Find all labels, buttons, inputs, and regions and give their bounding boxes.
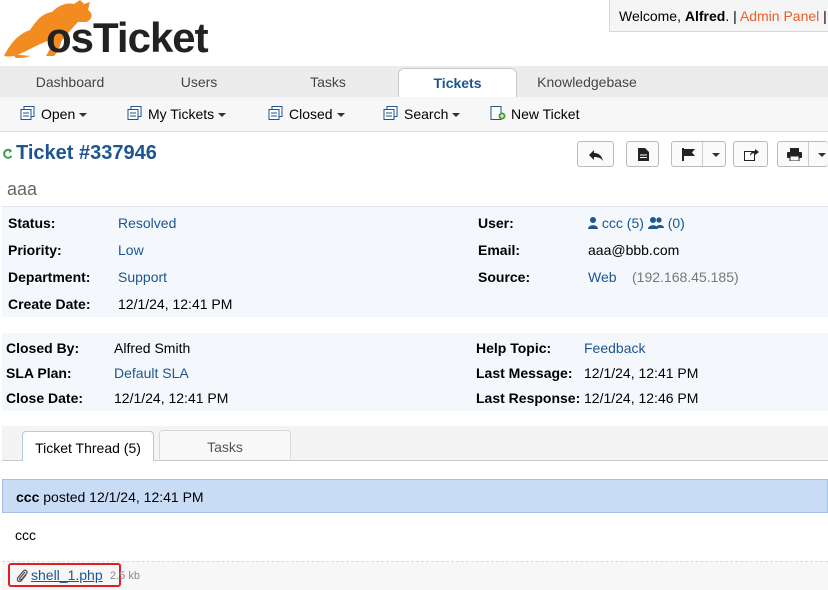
user-icon — [588, 216, 598, 232]
user-value[interactable]: ccc (5) (0) — [588, 215, 685, 232]
subnav-new-ticket[interactable]: New Ticket — [490, 97, 579, 131]
email-label: Email: — [478, 242, 521, 258]
priority-label: Priority: — [8, 242, 62, 258]
thread-tabs: Ticket Thread (5) Tasks — [2, 426, 828, 461]
welcome-user-name: Alfred — [684, 8, 726, 24]
new-ticket-icon — [490, 98, 506, 132]
closed-by-label: Closed By: — [6, 340, 80, 356]
chevron-down-icon — [336, 113, 345, 118]
print-icon — [787, 148, 802, 161]
user-org-count[interactable]: (0) — [668, 215, 685, 231]
status-label: Status: — [8, 215, 56, 231]
help-topic-value[interactable]: Feedback — [584, 340, 645, 356]
tab-users[interactable]: Users — [130, 66, 268, 97]
reply-button[interactable] — [577, 141, 614, 167]
tab-tasks[interactable]: Tasks — [260, 66, 396, 97]
header: osTicket Welcome, Alfred. | Admin Panel … — [0, 0, 828, 66]
close-date-label: Close Date: — [6, 390, 84, 406]
flag-icon — [682, 148, 695, 161]
last-response-value: 12/1/24, 12:46 PM — [584, 390, 699, 406]
paperclip-icon — [16, 569, 28, 585]
department-value[interactable]: Support — [118, 269, 167, 285]
entry-author: ccc — [16, 489, 40, 505]
subnav-open[interactable]: Open — [20, 97, 88, 132]
thread-entry-header: ccc posted 12/1/24, 12:41 PM — [2, 479, 828, 513]
subnav-new-ticket-label: New Ticket — [511, 106, 580, 122]
refresh-icon[interactable] — [2, 140, 13, 168]
last-response-label: Last Response: — [476, 390, 581, 406]
subnav-closed-label: Closed — [289, 106, 333, 122]
reply-icon — [589, 150, 603, 161]
sla-plan-label: SLA Plan: — [6, 365, 72, 381]
priority-value[interactable]: Low — [118, 242, 144, 258]
attachment-size: 2.5 kb — [110, 570, 140, 582]
transfer-button[interactable] — [733, 141, 768, 167]
tab-ticket-thread[interactable]: Ticket Thread (5) — [22, 431, 154, 461]
ticket-info-secondary: Closed By: Alfred Smith SLA Plan: Defaul… — [2, 333, 828, 411]
header-separator: | — [823, 8, 827, 24]
closed-by-value: Alfred Smith — [114, 340, 191, 356]
admin-panel-link[interactable]: Admin Panel — [740, 8, 819, 24]
ticket-subject: aaa — [7, 179, 38, 199]
tickets-icon — [20, 98, 36, 132]
tab-tickets[interactable]: Tickets — [398, 68, 517, 99]
export-pdf-button[interactable] — [626, 141, 659, 167]
tab-dashboard[interactable]: Dashboard — [0, 66, 140, 97]
flag-dropdown-button[interactable] — [671, 141, 726, 167]
email-value: aaa@bbb.com — [588, 242, 680, 258]
ticket-number: Ticket #337946 — [16, 142, 157, 164]
subnav-my-tickets-label: My Tickets — [148, 106, 215, 122]
sla-plan-value[interactable]: Default SLA — [114, 365, 189, 381]
attachment-link[interactable]: shell_1.php — [31, 567, 103, 583]
welcome-suffix: . | — [725, 8, 737, 24]
transfer-icon — [744, 149, 759, 161]
status-value[interactable]: Resolved — [118, 215, 176, 231]
welcome-bar: Welcome, Alfred. | Admin Panel | — [609, 0, 828, 32]
entry-posted-time: posted 12/1/24, 12:41 PM — [39, 489, 204, 505]
create-date-value: 12/1/24, 12:41 PM — [118, 296, 233, 312]
close-date-value: 12/1/24, 12:41 PM — [114, 390, 229, 406]
print-dropdown-button[interactable] — [777, 141, 828, 167]
pdf-icon — [638, 148, 649, 161]
main-nav: Dashboard Users Tasks Tickets Knowledgeb… — [0, 66, 828, 99]
subnav-open-label: Open — [41, 106, 76, 122]
chevron-down-icon — [712, 153, 720, 157]
create-date-label: Create Date: — [8, 296, 91, 312]
chevron-down-icon — [452, 113, 461, 118]
logo-wordmark: osTicket — [46, 14, 209, 61]
subnav-search-label: Search — [404, 106, 449, 122]
user-label: User: — [478, 215, 514, 231]
subnav-search[interactable]: Search — [383, 97, 461, 132]
source-value[interactable]: Web — [588, 269, 617, 285]
ticket-subnav: Open My Tickets Closed Search New Ticket — [0, 97, 828, 132]
chevron-down-icon — [818, 153, 826, 157]
subnav-closed[interactable]: Closed — [268, 97, 345, 131]
tab-ticket-tasks[interactable]: Tasks — [159, 430, 291, 459]
ticket-info-primary: Status: Resolved Priority: Low Departmen… — [2, 206, 828, 317]
entry-message: ccc — [15, 527, 36, 543]
help-topic-label: Help Topic: — [476, 340, 552, 356]
users-icon — [647, 216, 664, 232]
user-name[interactable]: ccc — [602, 215, 623, 231]
tickets-icon — [268, 98, 284, 132]
last-message-label: Last Message: — [476, 365, 573, 381]
tickets-icon — [127, 98, 143, 132]
chevron-down-icon — [79, 113, 88, 118]
welcome-prefix: Welcome, — [619, 8, 685, 24]
subnav-my-tickets[interactable]: My Tickets — [127, 97, 227, 132]
tickets-icon — [383, 98, 399, 132]
source-label: Source: — [478, 269, 531, 285]
department-label: Department: — [8, 269, 91, 285]
ticket-title[interactable]: Ticket #337946 — [2, 139, 157, 167]
tab-knowledgebase[interactable]: Knowledgebase — [525, 66, 649, 97]
source-ip: (192.168.45.185) — [632, 269, 739, 285]
chevron-down-icon — [218, 113, 227, 118]
user-ticket-count[interactable]: (5) — [627, 215, 644, 231]
last-message-value: 12/1/24, 12:41 PM — [584, 365, 699, 381]
thread-entry-body: ccc — [2, 513, 828, 562]
